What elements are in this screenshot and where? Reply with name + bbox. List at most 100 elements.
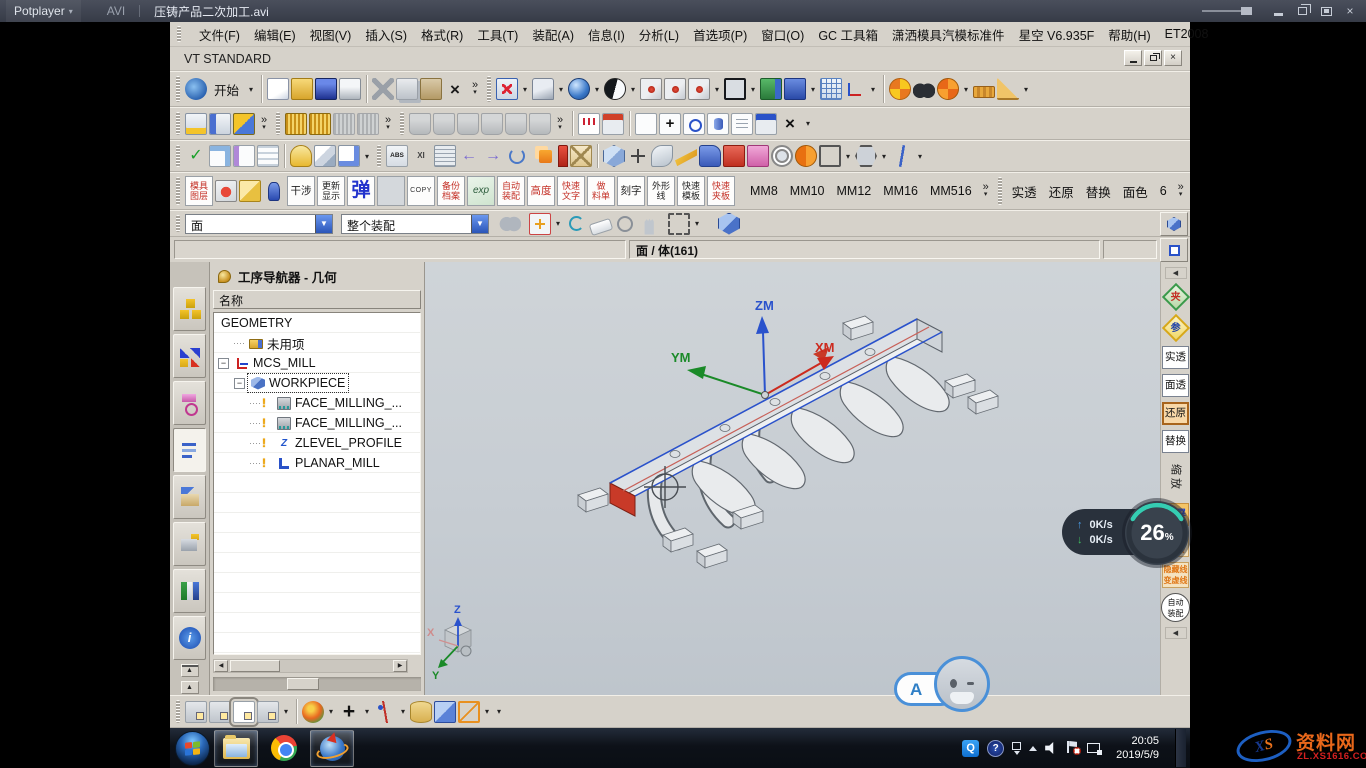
verify-icon[interactable]: ✓ [185, 145, 207, 167]
snap-point-icon[interactable] [529, 213, 551, 235]
view-layout-icon[interactable] [760, 78, 782, 100]
eraser-icon[interactable] [589, 217, 614, 235]
mill-tool-5-icon[interactable] [505, 113, 527, 135]
tree-row-planar-mill[interactable]: !PLANAR_MILL [214, 453, 420, 473]
menu-item-3[interactable]: 视图(V) [303, 23, 359, 46]
minimize-button[interactable] [1268, 3, 1288, 19]
part-navigator-tab[interactable] [173, 381, 206, 425]
dropdown-caret[interactable]: ▾ [712, 85, 722, 94]
assistant-widget[interactable]: A [894, 656, 992, 720]
toolbar-grip[interactable] [176, 112, 180, 135]
menu-item-8[interactable]: 信息(I) [581, 23, 632, 46]
cancel-icon[interactable]: × [779, 113, 801, 135]
drag-hand-icon[interactable] [638, 213, 660, 235]
spring-tool-4-icon[interactable] [357, 113, 379, 135]
curve-point-icon[interactable] [374, 701, 396, 723]
earth-icon[interactable] [568, 78, 590, 100]
dropdown-caret[interactable]: ▾ [868, 85, 878, 94]
dropdown-caret[interactable]: ▾ [879, 152, 889, 161]
dropdown-caret[interactable]: ▾ [808, 85, 818, 94]
mini-toolbar-button-lower[interactable] [1160, 238, 1188, 262]
lamp-icon[interactable] [290, 145, 312, 167]
machine-tool-view-tab[interactable] [173, 475, 206, 519]
dropdown-caret[interactable]: ▾ [556, 85, 566, 94]
export-doc-icon[interactable] [338, 145, 360, 167]
window-tray-icon[interactable] [1012, 742, 1021, 755]
new-file-icon[interactable] [267, 78, 289, 100]
display-style-box-icon[interactable] [724, 78, 746, 100]
tree-row-face-milling-2[interactable]: !FACE_MILLING_... [214, 413, 420, 433]
hex-outline-icon[interactable] [855, 145, 877, 167]
dropdown-caret[interactable]: ▾ [843, 152, 853, 161]
toolbar-overflow-button[interactable]: »▾ [553, 116, 567, 132]
view-book-icon[interactable] [784, 78, 806, 100]
toolpath-card-icon[interactable] [578, 113, 600, 135]
toolbar-grip[interactable] [276, 112, 280, 135]
tree-horizontal-scrollbar[interactable]: ◀ ▶ [213, 659, 408, 673]
outline-button[interactable]: 外形线 [647, 176, 675, 206]
quick-clamp-button[interactable]: 快速夹板 [707, 176, 735, 206]
qq-tray-icon[interactable]: Q [962, 740, 979, 757]
iso-view-icon[interactable] [603, 145, 625, 167]
resize-thumb[interactable] [287, 678, 319, 690]
speaker-icon[interactable] [1045, 742, 1058, 755]
point-plus-icon[interactable]: + [338, 701, 360, 723]
assembly-tree-3-icon[interactable] [233, 113, 255, 135]
fullscreen-button[interactable] [1316, 3, 1336, 19]
robot-face-icon[interactable] [934, 656, 990, 712]
toolbar-grip[interactable] [176, 215, 180, 232]
zoom-vertical-button[interactable]: 缩放 [1156, 465, 1196, 492]
param-diamond-button[interactable]: 参 [1161, 314, 1189, 342]
panel-resize-strip[interactable] [213, 677, 421, 691]
sidebar-collapse-top-button[interactable]: ◀ [1165, 267, 1187, 279]
volume-slider[interactable] [1202, 10, 1250, 12]
mold-layer-button[interactable]: 模具图层 [185, 176, 213, 206]
abs-csys-icon[interactable]: ABS [386, 145, 408, 167]
toolbar-grip[interactable] [176, 76, 180, 102]
quick-text-button[interactable]: 快速文字 [557, 176, 585, 206]
interference-sphere-icon[interactable] [215, 180, 237, 202]
window-display-icon[interactable] [496, 78, 518, 100]
restore-side-button[interactable]: 还原 [1162, 402, 1189, 425]
toolbar-overflow-button[interactable]: »▾ [381, 116, 395, 132]
dropdown-caret[interactable]: ▾ [281, 707, 291, 716]
print-icon[interactable] [339, 78, 361, 100]
mm10-button[interactable]: MM10 [785, 184, 830, 198]
dropdown-caret[interactable]: ▾ [482, 707, 492, 716]
sheet-grid-icon[interactable] [820, 78, 842, 100]
link-nodes-4-icon[interactable] [257, 701, 279, 723]
spring-tool-3-icon[interactable] [333, 113, 355, 135]
height-button[interactable]: 高度 [527, 176, 555, 206]
sidebar-collapse-bottom-button[interactable]: ◀ [1165, 627, 1187, 639]
menu-item-11[interactable]: 窗口(O) [754, 23, 811, 46]
program-group-icon[interactable] [602, 113, 624, 135]
help-tray-icon[interactable]: ? [987, 740, 1004, 757]
tree-expander[interactable]: − [218, 358, 229, 369]
child-close-button[interactable]: × [1164, 50, 1182, 66]
dropdown-caret[interactable]: ▾ [915, 152, 925, 161]
toolbar-grip[interactable] [487, 76, 491, 102]
scrollbar-thumb[interactable] [230, 660, 280, 672]
menubar-grip[interactable] [177, 26, 181, 42]
orient-sphere-icon[interactable] [302, 701, 324, 723]
pan-arrows-icon[interactable] [627, 145, 649, 167]
blank-button[interactable] [377, 176, 405, 206]
dropdown-caret[interactable]: ▾ [398, 707, 408, 716]
action-center-flag-icon[interactable] [1066, 741, 1079, 755]
toolbar-grip[interactable] [998, 177, 1002, 205]
dropdown-caret[interactable]: ▾ [246, 85, 256, 94]
assembly-tree-1-icon[interactable] [185, 113, 207, 135]
menu-item-4[interactable]: 插入(S) [358, 23, 414, 46]
rect-outline-icon[interactable] [819, 145, 841, 167]
find-feature-icon[interactable] [635, 113, 657, 135]
show-desktop-button[interactable] [1175, 729, 1186, 767]
face-transparent-side-button[interactable]: 面透 [1162, 374, 1189, 397]
forward-arrow-icon[interactable]: → [482, 145, 504, 167]
mm16-button[interactable]: MM16 [878, 184, 923, 198]
toolbar-overflow-button[interactable]: »▾ [257, 116, 271, 132]
wcs-icon[interactable] [844, 78, 866, 100]
shaded-cube-icon[interactable] [718, 213, 740, 235]
tower-icon[interactable] [558, 145, 568, 167]
tree-row-mcs-mill[interactable]: −MCS_MILL [214, 353, 420, 373]
mill-tool-1-icon[interactable] [409, 113, 431, 135]
